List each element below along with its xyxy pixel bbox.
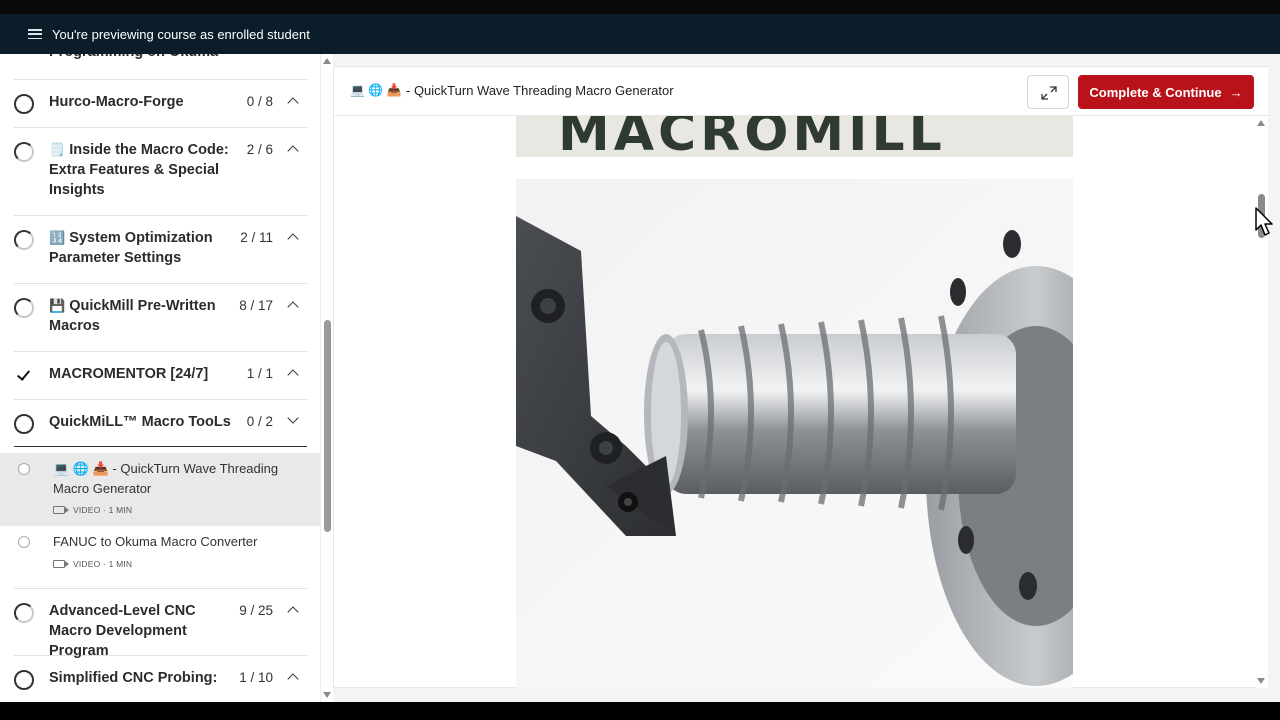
- lesson-header: 💻 🌐 📥 - QuickTurn Wave Threading Macro G…: [334, 67, 1268, 116]
- section-simplified-probing[interactable]: Simplified CNC Probing: 1 / 10: [14, 656, 307, 702]
- section-title: QuickMiLL™ Macro TooLs: [49, 414, 231, 430]
- section-count: 8 / 17: [239, 298, 273, 313]
- section-system-optimization[interactable]: 🔢 System Optimization Parameter Settings …: [14, 216, 307, 284]
- lesson-status-circle-icon: [18, 536, 30, 548]
- section-title: Simplified CNC Probing:: [49, 670, 218, 686]
- section-inside-macro-code[interactable]: 🗒️ Inside the Macro Code: Extra Features …: [14, 128, 307, 216]
- lesson-image-viewer: MACROMILL: [516, 116, 1073, 688]
- lesson-meta: VIDEO · 1 MIN: [53, 559, 132, 569]
- chevron-down-icon[interactable]: [287, 412, 299, 424]
- expand-button[interactable]: [1027, 75, 1069, 109]
- floppy-disk-icon: 💾: [49, 298, 66, 313]
- progress-circle-icon: [14, 298, 34, 318]
- progress-circle-icon: [14, 603, 34, 623]
- section-title: MACROMENTOR [24/7]: [49, 366, 209, 382]
- section-quickmill-tools[interactable]: QuickMiLL™ Macro TooLs 0 / 2: [14, 400, 307, 447]
- scroll-down-arrow-icon[interactable]: [323, 692, 331, 698]
- progress-circle-icon: [14, 670, 34, 690]
- section-quickmill-macros[interactable]: 💾 QuickMill Pre-Written Macros 8 / 17: [14, 284, 307, 352]
- chevron-up-icon[interactable]: [287, 301, 299, 313]
- section-partial-top[interactable]: Programming on Okuma: [14, 54, 307, 80]
- macromill-threading-image: MACROMILL: [516, 116, 1073, 688]
- section-title: 💾 QuickMill Pre-Written Macros: [49, 298, 216, 334]
- chevron-up-icon[interactable]: [287, 673, 299, 685]
- sidebar-scrollbar[interactable]: [320, 54, 333, 702]
- chevron-up-icon[interactable]: [287, 145, 299, 157]
- numbers-icon: 🔢: [49, 230, 66, 245]
- progress-circle-icon: [14, 230, 34, 250]
- section-title: Advanced-Level CNC Macro Development Pro…: [49, 603, 196, 659]
- scroll-down-arrow-icon[interactable]: [1257, 678, 1265, 684]
- chevron-up-icon[interactable]: [287, 369, 299, 381]
- lesson-item-active[interactable]: 💻 🌐 📥 - QuickTurn Wave Threading Macro G…: [0, 453, 320, 526]
- section-count: 2 / 6: [246, 142, 273, 157]
- section-title: Programming on Okuma: [49, 54, 239, 62]
- lesson-header-title: - QuickTurn Wave Threading Macro Generat…: [406, 83, 674, 98]
- section-count: 0 / 2: [246, 414, 273, 429]
- section-count: 1 / 1: [246, 366, 273, 381]
- content-scrollbar[interactable]: [1255, 116, 1268, 688]
- section-count: 1 / 10: [239, 670, 273, 685]
- preview-banner-text: You're previewing course as enrolled stu…: [52, 26, 310, 42]
- section-advanced-cnc-macro[interactable]: Advanced-Level CNC Macro Development Pro…: [14, 588, 307, 659]
- lesson-title: 💻 🌐 📥 - QuickTurn Wave Threading Macro G…: [53, 461, 279, 496]
- section-count: 9 / 25: [239, 603, 273, 618]
- section-title: Hurco-Macro-Forge: [49, 94, 184, 110]
- section-title: 🗒️ Inside the Macro Code: Extra Features …: [49, 142, 229, 198]
- sidebar-scroll-thumb[interactable]: [324, 320, 331, 532]
- top-banner: You're previewing course as enrolled stu…: [0, 0, 1280, 54]
- lesson-status-circle-icon: [18, 463, 30, 475]
- progress-circle-icon: [14, 414, 34, 434]
- lesson-item[interactable]: FANUC to Okuma Macro Converter VIDEO · 1…: [0, 526, 320, 580]
- section-hurco-macro-forge[interactable]: Hurco-Macro-Forge 0 / 8: [14, 80, 307, 128]
- course-sidebar: Programming on Okuma Hurco-Macro-Forge 0…: [0, 54, 320, 702]
- preview-banner: You're previewing course as enrolled stu…: [0, 14, 1280, 54]
- lesson-emoji-icons: 💻 🌐 📥: [350, 83, 402, 97]
- notepad-icon: 🗒️: [49, 142, 66, 157]
- chevron-up-icon[interactable]: [287, 233, 299, 245]
- complete-continue-button[interactable]: Complete & Continue →: [1078, 75, 1254, 109]
- scroll-up-arrow-icon[interactable]: [1257, 120, 1265, 126]
- video-icon: [53, 506, 69, 514]
- section-count: 0 / 8: [246, 94, 273, 109]
- section-macromentor[interactable]: MACROMENTOR [24/7] 1 / 1: [14, 352, 307, 400]
- menu-icon[interactable]: [28, 29, 42, 39]
- arrow-right-icon: →: [1229, 84, 1243, 100]
- lesson-emoji-icons: 💻 🌐 📥: [53, 461, 109, 476]
- mouse-pointer-icon: [1255, 207, 1273, 236]
- progress-circle-icon: [14, 94, 34, 114]
- progress-circle-icon: [14, 142, 34, 162]
- chevron-up-icon[interactable]: [287, 97, 299, 109]
- video-icon: [53, 560, 69, 568]
- chevron-up-icon[interactable]: [287, 606, 299, 618]
- lesson-content: 💻 🌐 📥 - QuickTurn Wave Threading Macro G…: [333, 66, 1268, 688]
- macromill-logo-text: MACROMILL: [558, 116, 946, 163]
- scroll-up-arrow-icon[interactable]: [323, 58, 331, 64]
- bottom-bar: [0, 702, 1280, 720]
- section-title: 🔢 System Optimization Parameter Settings: [49, 230, 213, 266]
- lesson-meta: VIDEO · 1 MIN: [53, 505, 132, 515]
- expand-icon: [1041, 86, 1057, 100]
- section-count: 2 / 11: [240, 230, 273, 245]
- lesson-title: FANUC to Okuma Macro Converter: [53, 534, 258, 549]
- complete-continue-label: Complete & Continue: [1089, 84, 1222, 100]
- checkmark-icon: [14, 366, 34, 386]
